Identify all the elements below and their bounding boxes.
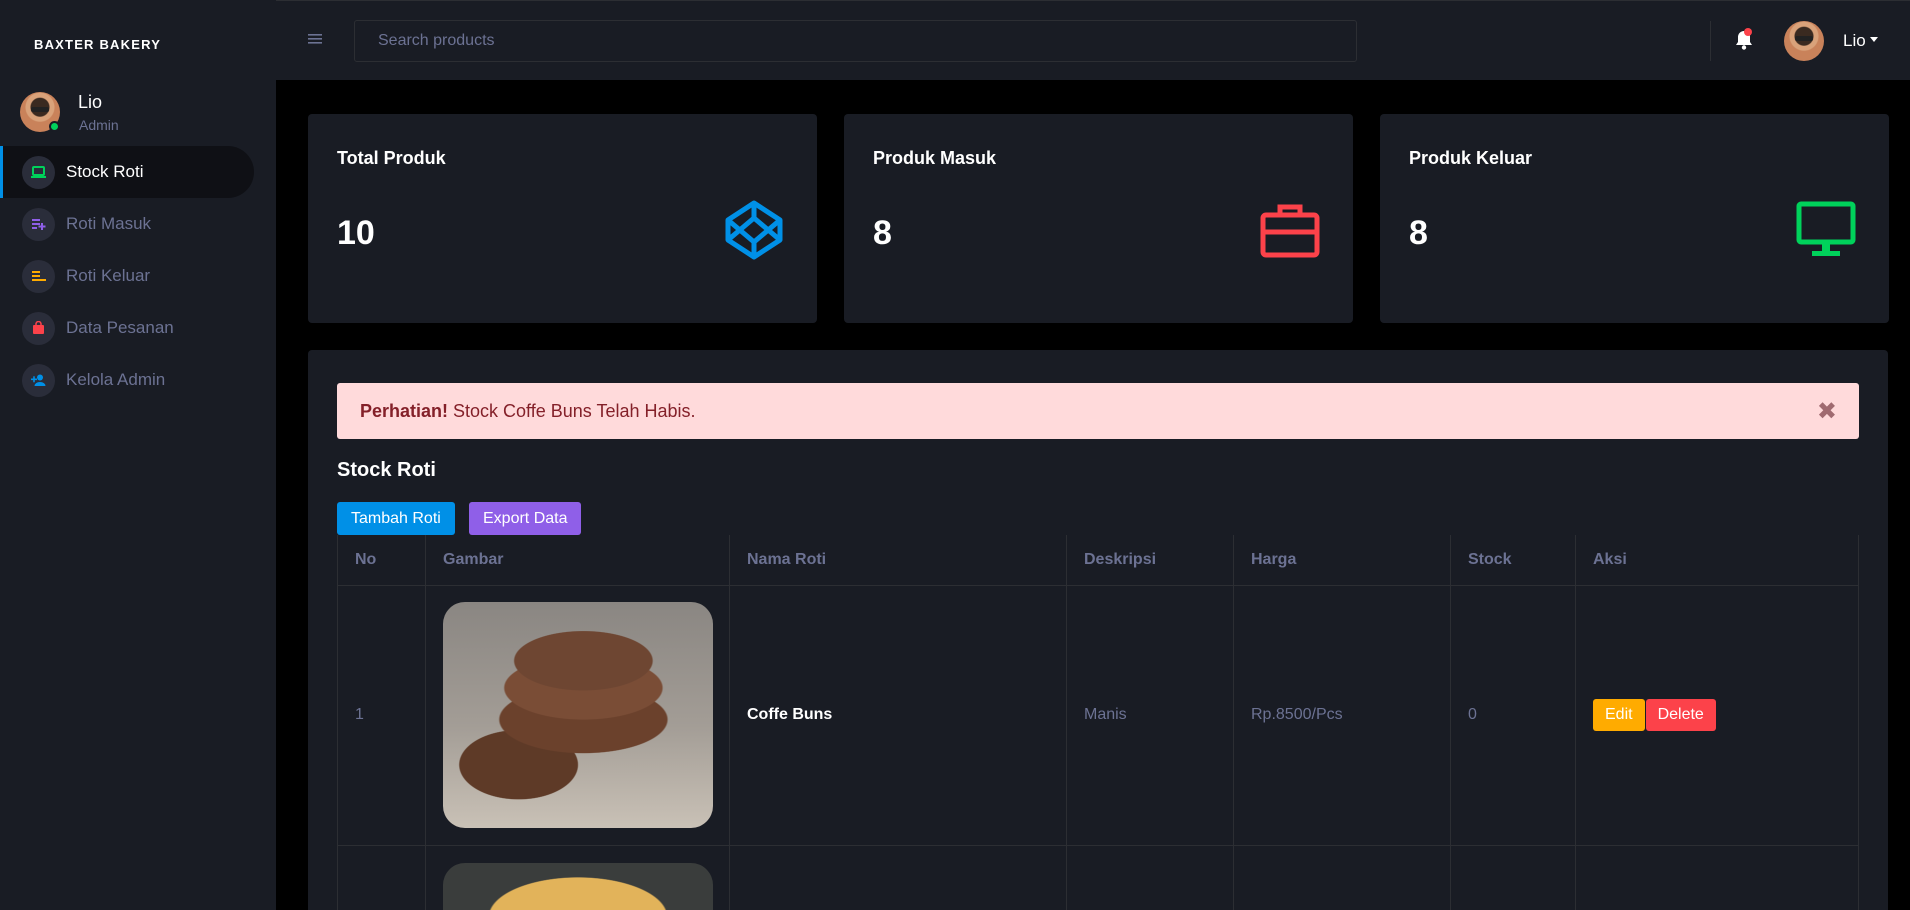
notification-badge <box>1744 28 1752 36</box>
cell-harga: Rp.8500/Pcs <box>1233 584 1451 846</box>
avatar[interactable] <box>1784 21 1824 61</box>
cell-nama-roti: Coffe Buns <box>729 584 1067 846</box>
alert-strong: Perhatian! <box>360 401 449 421</box>
cell-stock: 0 <box>1450 584 1576 846</box>
cell-no: 1 <box>337 584 426 846</box>
sidebar-item-kelola-admin[interactable]: Kelola Admin <box>0 354 254 406</box>
briefcase-icon <box>1260 204 1320 258</box>
column-header-gambar: Gambar <box>425 535 730 586</box>
topbar: Lio <box>276 0 1910 80</box>
cell-deskripsi: Manis <box>1066 584 1234 846</box>
sidebar-item-label: Roti Keluar <box>66 266 151 285</box>
column-header-harga: Harga <box>1233 535 1451 586</box>
list-icon <box>22 259 55 293</box>
sidebar-item-roti-masuk[interactable]: Roti Masuk <box>0 198 254 250</box>
column-header-stock: Stock <box>1450 535 1576 586</box>
stock-roti-panel: Perhatian! Stock Coffe Buns Telah Habis.… <box>308 350 1888 910</box>
product-image <box>443 862 713 910</box>
card-value: 10 <box>337 214 375 252</box>
card-title: Produk Masuk <box>873 148 997 168</box>
shopping-bag-icon <box>22 311 55 345</box>
sidebar-item-label: Data Pesanan <box>66 318 174 337</box>
cell-harga <box>1233 844 1451 910</box>
stat-card-total-produk: Total Produk 10 <box>308 114 817 323</box>
cell-gambar <box>425 584 730 846</box>
card-title: Total Produk <box>337 148 446 168</box>
sidebar-item-label: Stock Roti <box>66 162 144 181</box>
export-data-button[interactable]: Export Data <box>469 502 582 535</box>
sidebar-nav: Stock Roti Roti Masuk Roti Keluar Data P… <box>0 146 276 406</box>
cell-aksi: Edit Delete <box>1575 584 1859 846</box>
user-menu-name[interactable]: Lio <box>1843 31 1866 51</box>
alert-text: Stock Coffe Buns Telah Habis. <box>448 401 696 421</box>
sidebar-item-data-pesanan[interactable]: Data Pesanan <box>0 302 254 354</box>
menu-icon[interactable] <box>308 29 322 50</box>
laptop-icon <box>22 155 55 189</box>
online-status-icon <box>49 121 60 132</box>
stat-card-produk-masuk: Produk Masuk 8 <box>844 114 1353 323</box>
sidebar: BAXTER BAKERY Lio Admin Stock Roti Roti … <box>0 0 276 910</box>
card-title: Produk Keluar <box>1409 148 1533 168</box>
sidebar-item-roti-keluar[interactable]: Roti Keluar <box>0 250 254 302</box>
chevron-down-icon[interactable] <box>1870 37 1878 42</box>
column-header-nama-roti: Nama Roti <box>729 535 1067 586</box>
playlist-add-icon <box>22 207 55 241</box>
cell-nama-roti <box>729 844 1067 910</box>
cell-gambar <box>425 844 730 910</box>
card-value: 8 <box>873 214 892 252</box>
table-row: 1 Coffe Buns Manis Rp.8500/Pcs 0 Edit Del… <box>337 584 1859 846</box>
column-header-deskripsi: Deskripsi <box>1066 535 1234 586</box>
profile-role: Admin <box>79 117 119 133</box>
edit-button[interactable]: Edit <box>1593 699 1645 731</box>
sidebar-item-stock-roti[interactable]: Stock Roti <box>0 146 254 198</box>
column-header-no: No <box>337 535 426 586</box>
codepen-icon <box>725 200 783 260</box>
stock-table: No Gambar Nama Roti Deskripsi Harga Stoc… <box>337 535 1859 910</box>
column-header-aksi: Aksi <box>1575 535 1859 586</box>
table-header-row: No Gambar Nama Roti Deskripsi Harga Stoc… <box>337 535 1859 586</box>
sidebar-item-label: Kelola Admin <box>66 370 166 389</box>
card-value: 8 <box>1409 214 1428 252</box>
cell-stock <box>1450 844 1576 910</box>
brand-logo[interactable]: BAXTER BAKERY <box>34 37 161 52</box>
account-plus-icon <box>22 363 55 397</box>
monitor-icon <box>1796 201 1856 256</box>
profile-name: Lio <box>78 92 103 112</box>
close-icon[interactable]: ✖ <box>1817 397 1837 426</box>
stat-card-produk-keluar: Produk Keluar 8 <box>1380 114 1889 323</box>
alert-message: Perhatian! Stock Coffe Buns Telah Habis. <box>360 401 696 422</box>
table-row <box>337 844 1859 910</box>
divider <box>1710 21 1711 61</box>
section-title: Stock Roti <box>337 459 436 481</box>
cell-no <box>337 844 426 910</box>
add-roti-button[interactable]: Tambah Roti <box>337 502 455 535</box>
product-image <box>443 602 713 828</box>
sidebar-item-label: Roti Masuk <box>66 214 152 233</box>
search-input[interactable] <box>354 20 1357 62</box>
delete-button[interactable]: Delete <box>1645 699 1716 731</box>
sidebar-profile: Lio Admin <box>20 90 270 138</box>
cell-deskripsi <box>1066 844 1234 910</box>
cell-aksi <box>1575 844 1859 910</box>
alert-warning: Perhatian! Stock Coffe Buns Telah Habis.… <box>337 383 1859 439</box>
